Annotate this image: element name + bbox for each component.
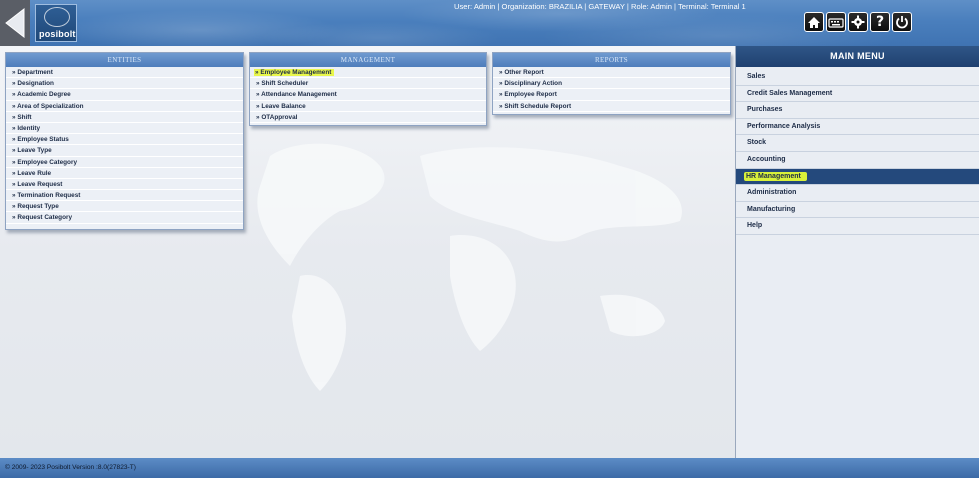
reports-panel: REPORTS » Other Report » Disciplinary Ac… xyxy=(492,52,731,115)
menu-item-purchases[interactable]: Purchases xyxy=(736,102,979,119)
back-arrow-icon xyxy=(5,8,25,38)
posibolt-logo: posibolt xyxy=(35,4,77,42)
menu-item-accounting[interactable]: Accounting xyxy=(736,152,979,169)
management-panel-title: MANAGEMENT xyxy=(250,53,486,67)
management-item-employee-management[interactable]: » Employee Management xyxy=(250,67,486,79)
footer-copyright: © 2009- 2023 Posibolt Version :8.0(27823… xyxy=(5,464,136,471)
management-item-shift-scheduler[interactable]: » Shift Scheduler xyxy=(250,78,486,90)
user-info: User: Admin | Organization: BRAZILIA | G… xyxy=(454,2,746,11)
entity-item-identity[interactable]: » Identity xyxy=(6,123,243,135)
entity-item-department[interactable]: » Department xyxy=(6,67,243,79)
menu-item-sales[interactable]: Sales xyxy=(736,69,979,86)
management-item-leave-balance[interactable]: » Leave Balance xyxy=(250,101,486,112)
entity-item-area-of-specialization[interactable]: » Area of Specialization xyxy=(6,101,243,112)
home-icon[interactable] xyxy=(804,12,824,32)
report-item-shift-schedule-report[interactable]: » Shift Schedule Report xyxy=(493,101,730,112)
entity-item-employee-category[interactable]: » Employee Category xyxy=(6,157,243,168)
entity-item-employee-status[interactable]: » Employee Status xyxy=(6,134,243,146)
entities-panel: ENTITIES » Department » Designation » Ac… xyxy=(5,52,244,230)
entity-item-designation[interactable]: » Designation xyxy=(6,78,243,90)
management-item-otapproval[interactable]: » OTApproval xyxy=(250,112,486,123)
keyboard-icon[interactable] xyxy=(826,12,846,32)
active-menu-label: HR Management xyxy=(744,171,807,181)
entity-item-leave-request[interactable]: » Leave Request xyxy=(6,179,243,191)
main-content: ENTITIES » Department » Designation » Ac… xyxy=(0,46,735,458)
main-menu-sidebar: MAIN MENU Sales Credit Sales Management … xyxy=(735,46,979,458)
app-header: posibolt User: Admin | Organization: BRA… xyxy=(0,0,979,46)
menu-item-hr-management[interactable]: HR Management xyxy=(736,168,979,186)
power-icon[interactable] xyxy=(892,12,912,32)
back-button[interactable] xyxy=(0,0,30,46)
entity-item-termination-request[interactable]: » Termination Request xyxy=(6,190,243,202)
app-footer: © 2009- 2023 Posibolt Version :8.0(27823… xyxy=(0,458,979,478)
entity-item-request-category[interactable]: » Request Category xyxy=(6,212,243,224)
menu-item-help[interactable]: Help xyxy=(736,218,979,235)
entity-item-request-type[interactable]: » Request Type xyxy=(6,201,243,213)
menu-item-manufacturing[interactable]: Manufacturing xyxy=(736,202,979,219)
report-item-employee-report[interactable]: » Employee Report xyxy=(493,89,730,101)
entity-item-leave-rule[interactable]: » Leave Rule xyxy=(6,168,243,179)
report-item-other-report[interactable]: » Other Report xyxy=(493,67,730,79)
help-icon[interactable]: ? xyxy=(870,12,890,32)
menu-item-performance-analysis[interactable]: Performance Analysis xyxy=(736,119,979,136)
settings-icon[interactable] xyxy=(848,12,868,32)
management-panel: MANAGEMENT » Employee Management » Shift… xyxy=(249,52,487,126)
management-item-attendance-management[interactable]: » Attendance Management xyxy=(250,89,486,101)
report-item-disciplinary-action[interactable]: » Disciplinary Action xyxy=(493,78,730,90)
entities-panel-title: ENTITIES xyxy=(6,53,243,67)
entity-item-shift[interactable]: » Shift xyxy=(6,112,243,123)
menu-item-credit-sales-management[interactable]: Credit Sales Management xyxy=(736,86,979,103)
main-menu-title: MAIN MENU xyxy=(736,46,979,67)
entity-item-academic-degree[interactable]: » Academic Degree xyxy=(6,89,243,101)
menu-item-stock[interactable]: Stock xyxy=(736,135,979,152)
reports-panel-title: REPORTS xyxy=(493,53,730,67)
highlighted-label: » Employee Management xyxy=(254,69,335,76)
entity-item-leave-type[interactable]: » Leave Type xyxy=(6,145,243,157)
menu-item-administration[interactable]: Administration xyxy=(736,185,979,202)
